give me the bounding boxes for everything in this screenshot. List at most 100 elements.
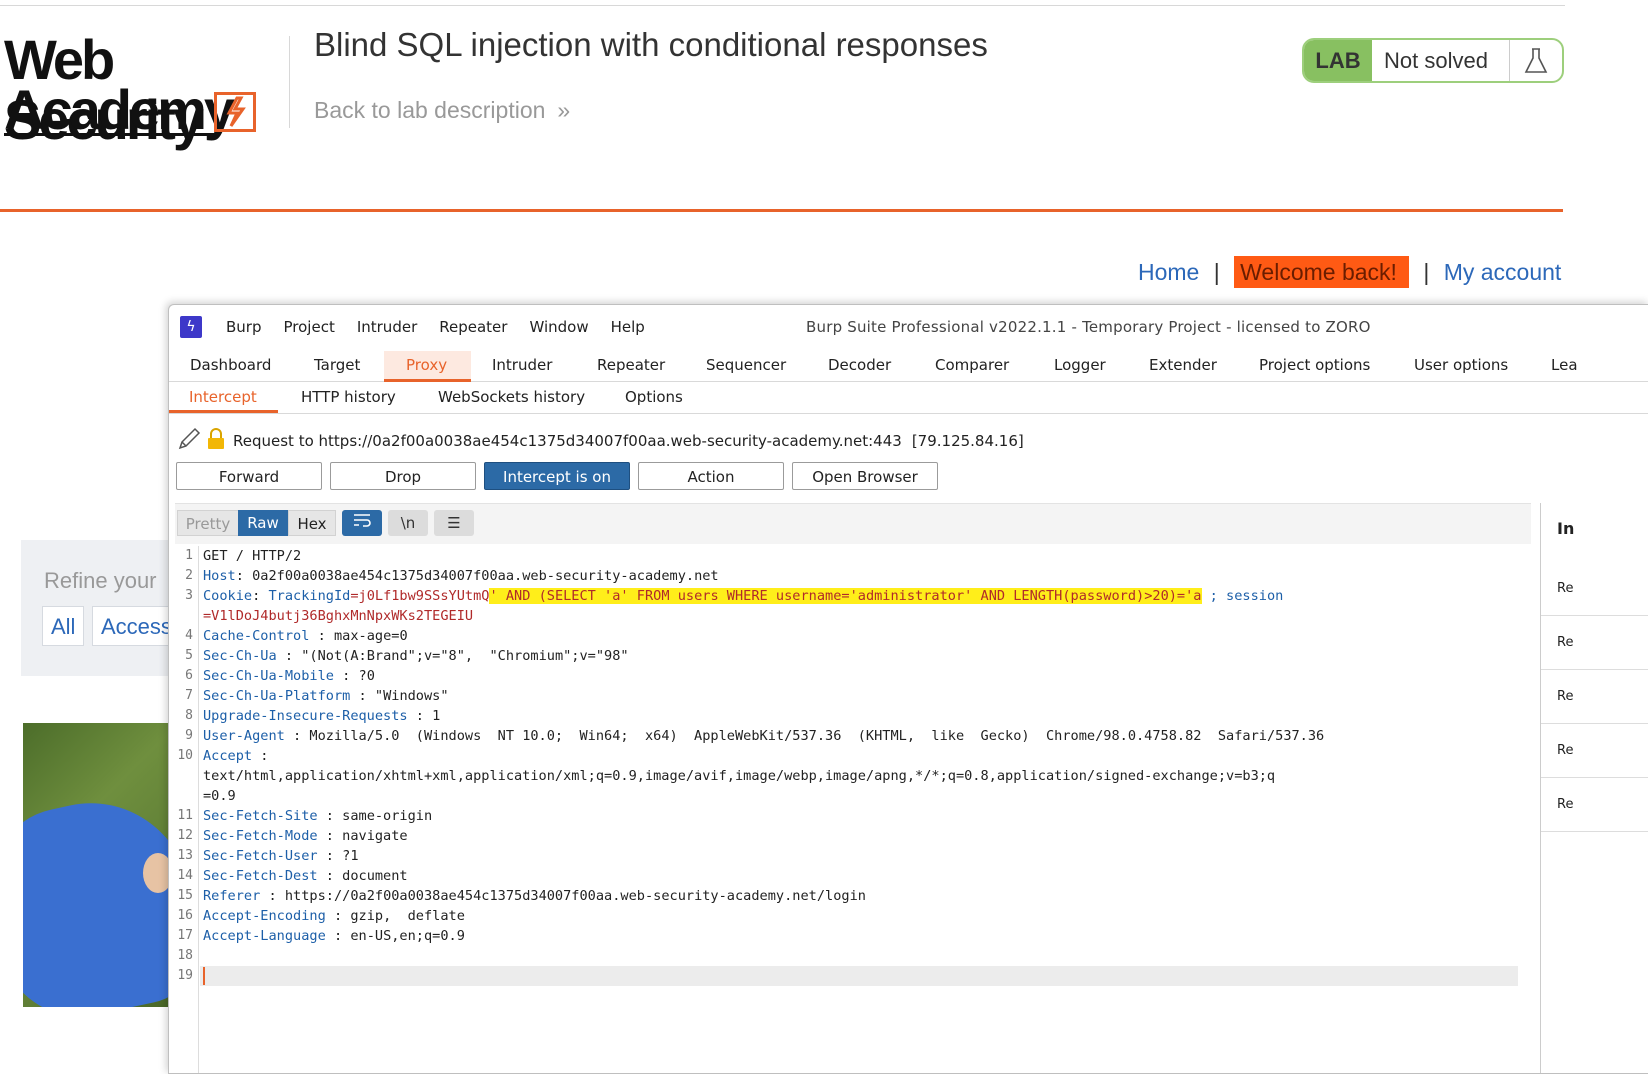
view-raw-button[interactable]: Raw [238,510,288,536]
header-sep: : [325,928,351,944]
line-number: 12 [177,828,193,843]
header-key: Accept [203,748,253,764]
header-sep: : [317,828,343,844]
subtab-websockets-history[interactable]: WebSockets history [438,388,585,406]
line-number: 17 [177,928,193,943]
menu-burp[interactable]: Burp [226,318,262,336]
inspector-section[interactable]: Re [1541,615,1648,670]
newline-icon[interactable]: \n [388,510,428,536]
header-value-wrapped: text/html,application/xhtml+xml,applicat… [203,768,1276,784]
tab-user-options[interactable]: User options [1414,356,1508,374]
wrap-lines-icon[interactable] [342,510,382,536]
refine-search-panel: Refine your All Access [21,540,191,676]
line-number: 14 [177,868,193,883]
action-button[interactable]: Action [638,462,784,490]
pencil-icon[interactable] [177,427,203,455]
header-key: Sec-Fetch-Site [203,808,318,824]
tab-sequencer[interactable]: Sequencer [706,356,786,374]
view-pretty-button[interactable]: Pretty [177,510,239,536]
request-editor: Pretty Raw Hex \n ☰ 1 GET / HTTP/2 2 Hos… [175,503,1531,1073]
line-number: 19 [177,968,193,983]
line-number: 16 [177,908,193,923]
header-value: max-age=0 [333,628,408,644]
menu-window[interactable]: Window [529,318,588,336]
header-key: Sec-Fetch-User [203,848,318,864]
header-line: Sec-Fetch-Site : same-origin [203,808,432,824]
tab-decoder[interactable]: Decoder [828,356,891,374]
header-key: Upgrade-Insecure-Requests [203,708,408,724]
tab-logger[interactable]: Logger [1054,356,1106,374]
my-account-link[interactable]: My account [1444,259,1562,285]
header-sep: : [317,868,343,884]
open-browser-button[interactable]: Open Browser [792,462,938,490]
header-value: https://0a2f00a0038ae454c1375d34007f00aa… [284,888,866,904]
tab-intruder[interactable]: Intruder [492,356,552,374]
header-line: Upgrade-Insecure-Requests : 1 [203,708,440,724]
intercept-toggle-button[interactable]: Intercept is on [484,462,630,490]
header-value: same-origin [342,808,433,824]
header-value: 0a2f00a0038ae454c1375d34007f00aa.web-sec… [252,568,719,584]
site-nav: Home | Welcome back! | My account [1138,256,1561,288]
web-security-academy-logo[interactable]: Web Security Academy [4,30,289,150]
forward-button[interactable]: Forward [176,462,322,490]
double-chevron-right-icon: » [557,97,571,123]
product-image[interactable] [23,723,183,1007]
tab-learn[interactable]: Lea [1551,356,1578,374]
request-info: Request to https://0a2f00a0038ae454c1375… [177,427,1024,455]
inspector-section[interactable]: Re [1541,777,1648,832]
cookie-name: TrackingId [268,588,351,604]
line-number: 4 [185,628,193,643]
subtab-options[interactable]: Options [625,388,683,406]
menu-project[interactable]: Project [284,318,335,336]
tab-target[interactable]: Target [314,356,360,374]
tab-proxy[interactable]: Proxy [406,356,447,374]
header-value: 1 [432,708,441,724]
subtab-http-history[interactable]: HTTP history [301,388,396,406]
line-number: 15 [177,888,193,903]
header-key: Sec-Ch-Ua [203,648,277,664]
header-line: Referer : https://0a2f00a0038ae454c1375d… [203,888,866,904]
header-value: gzip, deflate [350,908,465,924]
header-line: Sec-Ch-Ua-Platform : "Windows" [203,688,449,704]
lab-status-text: Not solved [1384,48,1488,73]
logo-underline [4,133,214,136]
header-key: Sec-Fetch-Dest [203,868,318,884]
header-key: Sec-Ch-Ua-Platform [203,688,351,704]
header-line: Cache-Control : max-age=0 [203,628,408,644]
inspector-section[interactable]: Re [1541,669,1648,724]
home-link[interactable]: Home [1138,259,1199,285]
filter-all-button[interactable]: All [42,606,85,646]
inspector-section[interactable]: Re [1541,723,1648,778]
tab-extender[interactable]: Extender [1149,356,1217,374]
request-code[interactable]: 1 GET / HTTP/2 2 Host: 0a2f00a0038ae454c… [175,546,1531,1073]
inspector-section[interactable]: Re [1541,561,1648,616]
line-number: 13 [177,848,193,863]
intercept-tab-underline [169,410,278,413]
menu-intruder[interactable]: Intruder [357,318,417,336]
tab-project-options[interactable]: Project options [1259,356,1370,374]
tab-comparer[interactable]: Comparer [935,356,1009,374]
menu-bar: ϟ Burp Project Intruder Repeater Window … [169,305,1648,347]
menu-help[interactable]: Help [611,318,645,336]
menu-repeater[interactable]: Repeater [439,318,507,336]
header-key: Sec-Fetch-Mode [203,828,318,844]
tab-dashboard[interactable]: Dashboard [190,356,271,374]
header-sep: : [317,808,343,824]
line-number: 10 [177,748,193,763]
header-value: Mozilla/5.0 (Windows NT 10.0; Win64; x64… [309,728,1325,744]
header-sep: : [235,568,253,584]
back-to-lab-description-link[interactable]: Back to lab description » [314,97,570,124]
refine-label: Refine your [44,568,157,593]
header-sep: : [260,888,285,904]
lock-icon [207,428,225,454]
line-number: 8 [185,708,193,723]
tab-repeater[interactable]: Repeater [597,356,665,374]
view-hex-button[interactable]: Hex [288,510,336,536]
subtab-intercept[interactable]: Intercept [189,388,257,406]
cookie-value: =j0Lf1bw9SSsYUtmQ [350,588,490,604]
menu-icon[interactable]: ☰ [434,510,474,536]
drop-button[interactable]: Drop [330,462,476,490]
header-key: User-Agent [203,728,285,744]
burp-logo-icon: ϟ [180,316,202,338]
header-key: Accept-Encoding [203,908,326,924]
